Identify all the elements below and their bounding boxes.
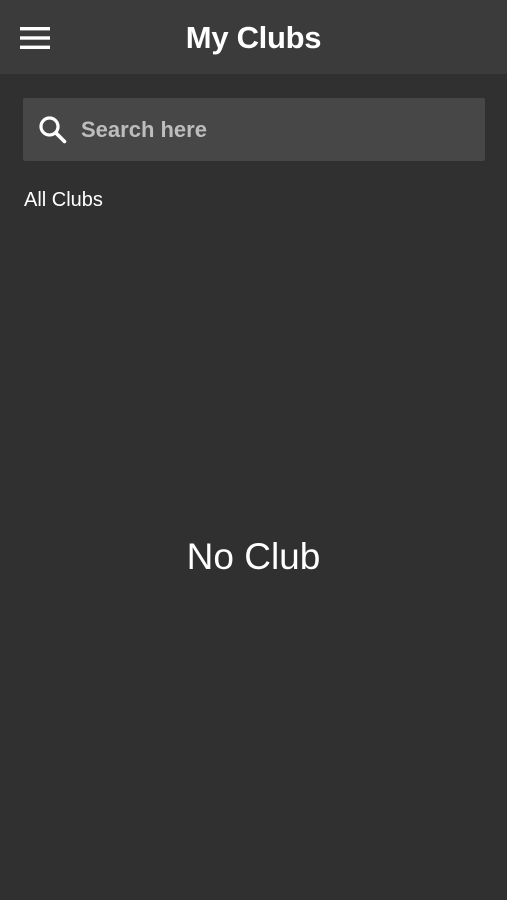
app-screen: My Clubs All Clubs No Club bbox=[0, 0, 507, 900]
search-input[interactable] bbox=[81, 98, 471, 161]
app-bar: My Clubs bbox=[0, 0, 507, 74]
search-icon bbox=[39, 116, 67, 144]
section-label-all-clubs: All Clubs bbox=[24, 189, 103, 211]
page-title: My Clubs bbox=[185, 20, 322, 55]
search-bar[interactable] bbox=[23, 98, 485, 161]
empty-state-message: No Club bbox=[186, 536, 321, 577]
